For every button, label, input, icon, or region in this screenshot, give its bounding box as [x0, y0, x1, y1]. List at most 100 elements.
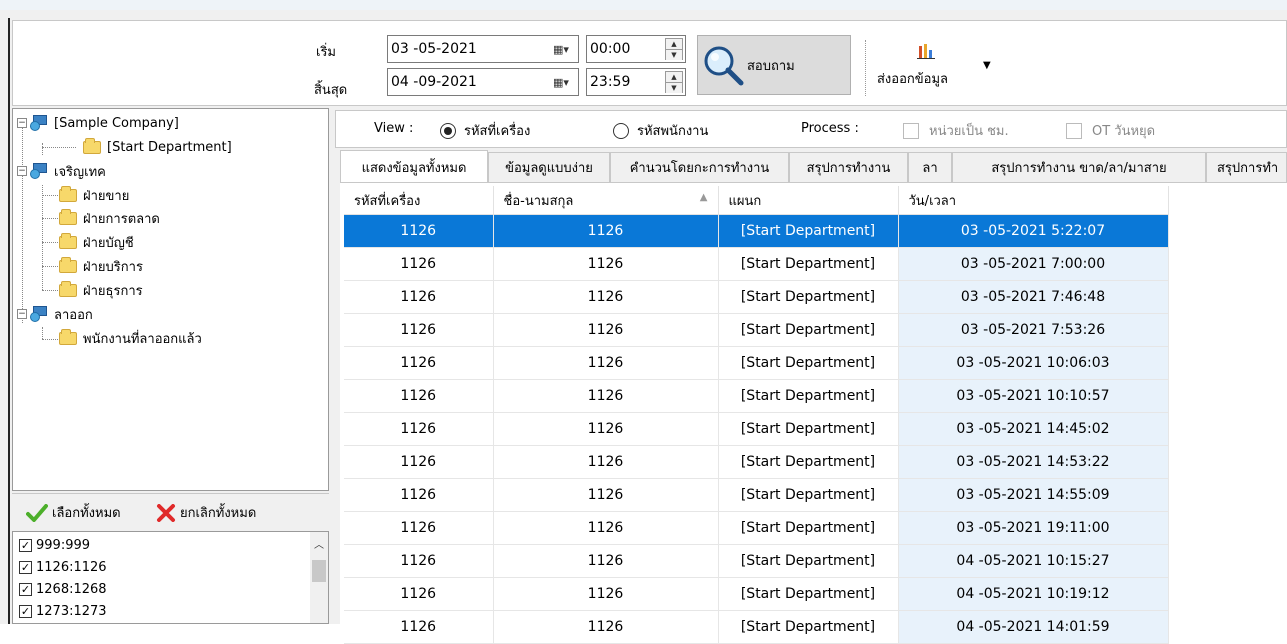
tree-node-dept[interactable]: ฝ่ายบัญชี [59, 231, 134, 253]
query-button[interactable]: สอบถาม [697, 35, 851, 95]
tree-node-start-department[interactable]: [Start Department] [83, 136, 232, 158]
query-button-label: สอบถาม [747, 58, 795, 74]
table-cell: [Start Department] [718, 577, 899, 611]
start-time-input[interactable]: 00:00 ▲ ▼ [586, 35, 686, 63]
checkbox-checked-icon[interactable]: ✓ [19, 538, 32, 552]
table-row[interactable]: 1126 1126 [Start Department] 04 -05-2021 10… [344, 544, 1169, 578]
tree-node-dept[interactable]: ฝ่ายขาย [59, 184, 129, 206]
tab-shift-calculation[interactable]: คำนวนโดยกะการทำงาน [610, 152, 789, 182]
table-cell: [Start Department] [718, 445, 899, 479]
window-frame-edge [8, 18, 10, 624]
red-x-icon [157, 503, 175, 522]
collapse-icon[interactable]: − [17, 118, 27, 128]
view-label: View : [374, 121, 414, 136]
tab-all-data[interactable]: แสดงข้อมูลทั้งหมด [340, 150, 488, 183]
tree-node-label: ฝ่ายบัญชี [83, 235, 134, 251]
tree-node-label: เจริญเทค [54, 164, 106, 180]
radio-machine-code[interactable]: รหัสที่เครื่อง [440, 120, 530, 141]
checklist-scrollbar[interactable]: ︿ [310, 532, 328, 623]
folder-icon [59, 185, 77, 202]
table-cell: 1126 [344, 544, 494, 578]
table-cell: 1126 [493, 346, 719, 380]
tab-label: สรุปการทำงาน ขาด/ลา/มาสาย [991, 161, 1167, 176]
table-row[interactable]: 1126 1126 [Start Department] 04 -05-2021 14… [344, 610, 1169, 644]
table-cell: 1126 [344, 511, 494, 545]
table-row[interactable]: 1126 1126 [Start Department] 03 -05-2021 10… [344, 346, 1169, 380]
checklist-item[interactable]: ✓ 1268:1268 [19, 578, 107, 600]
table-cell: 1126 [493, 313, 719, 347]
radio-employee-code[interactable]: รหัสพนักงาน [613, 120, 708, 141]
table-row[interactable]: 1126 1126 [Start Department] 03 -05-2021 14… [344, 412, 1169, 446]
calendar-dropdown-icon[interactable]: ▦▾ [548, 74, 574, 90]
checkbox-checked-icon[interactable]: ✓ [19, 604, 32, 618]
checklist-item[interactable]: ✓ 999:999 [19, 534, 90, 556]
table-cell: 1126 [493, 445, 719, 479]
end-time-input[interactable]: 23:59 ▲ ▼ [586, 68, 686, 96]
checkbox-label: OT วันหยุด [1092, 124, 1156, 139]
toolbar-separator [865, 40, 867, 96]
column-header[interactable]: รหัสที่เครื่อง [344, 186, 494, 215]
table-cell: 1126 [344, 214, 494, 248]
employee-checklist[interactable]: ✓ 999:999 ✓ 1126:1126 ✓ 1268:1268 ✓ 1273… [12, 531, 329, 624]
tab-label: ข้อมูลดูแบบง่าย [505, 161, 593, 176]
radio-unselected-icon[interactable] [613, 122, 629, 139]
tab-label: สรุปการทำ [1217, 161, 1279, 176]
chevron-up-icon[interactable]: ︿ [314, 536, 324, 551]
column-header[interactable]: แผนก [718, 186, 899, 215]
tab-work-summary[interactable]: สรุปการทำงาน [789, 152, 908, 182]
table-cell: [Start Department] [718, 511, 899, 545]
tree-node-group1[interactable]: − เจริญเทค [17, 160, 106, 182]
time-spinner[interactable]: ▲ ▼ [665, 38, 683, 60]
checklist-item[interactable]: ✓ 1126:1126 [19, 556, 107, 578]
table-row[interactable]: 1126 1126 [Start Department] 04 -05-2021 10… [344, 577, 1169, 611]
view-options-bar: View : รหัสที่เครื่อง รหัสพนักงาน Proces… [335, 110, 1287, 148]
table-row[interactable]: 1126 1126 [Start Department] 03 -05-2021 5:… [344, 214, 1169, 248]
time-spinner[interactable]: ▲ ▼ [665, 71, 683, 93]
tab-summary-truncated[interactable]: สรุปการทำ [1206, 152, 1287, 182]
tree-node-label: ฝ่ายขาย [83, 188, 130, 204]
table-row[interactable]: 1126 1126 [Start Department] 03 -05-2021 19… [344, 511, 1169, 545]
tab-simple-view[interactable]: ข้อมูลดูแบบง่าย [488, 152, 610, 182]
tab-leave[interactable]: ลา [908, 152, 952, 182]
table-cell: 1126 [493, 610, 719, 644]
column-header[interactable]: วัน/เวลา [898, 186, 1169, 215]
start-date-picker[interactable]: 03 -05-2021 ▦▾ [387, 35, 579, 63]
table-cell: 03 -05-2021 10:06:03 [898, 346, 1169, 380]
checklist-item[interactable]: ✓ 1273:1273 [19, 600, 107, 622]
checkbox-checked-icon[interactable]: ✓ [19, 582, 32, 596]
tab-absence-summary[interactable]: สรุปการทำงาน ขาด/ลา/มาสาย [952, 152, 1206, 182]
folder-icon [59, 280, 77, 297]
tree-node-dept[interactable]: ฝ่ายธุรการ [59, 279, 143, 301]
end-time-value: 23:59 [590, 74, 631, 90]
table-row[interactable]: 1126 1126 [Start Department] 03 -05-2021 7:… [344, 247, 1169, 281]
table-cell: 1126 [493, 280, 719, 314]
radio-selected-icon[interactable] [440, 122, 456, 139]
select-all-button[interactable]: เลือกทั้งหมด [26, 502, 121, 523]
checkbox-checked-icon[interactable]: ✓ [19, 560, 32, 574]
checkbox-disabled-icon [903, 122, 919, 139]
collapse-icon[interactable]: − [17, 166, 27, 176]
department-tree[interactable]: − [Sample Company] [Start Department] − … [12, 108, 329, 491]
table-cell: [Start Department] [718, 247, 899, 281]
table-cell: 1126 [493, 379, 719, 413]
tree-node-company[interactable]: − [Sample Company] [17, 112, 179, 134]
collapse-icon[interactable]: − [17, 309, 27, 319]
table-row[interactable]: 1126 1126 [Start Department] 03 -05-2021 14… [344, 478, 1169, 512]
table-row[interactable]: 1126 1126 [Start Department] 03 -05-2021 7:… [344, 280, 1169, 314]
tree-node-dept[interactable]: ฝ่ายบริการ [59, 255, 143, 277]
table-cell: 1126 [344, 379, 494, 413]
export-button[interactable]: ส่งออกข้อมูล ▼ [875, 42, 995, 92]
tree-node-group2[interactable]: − ลาออก [17, 303, 93, 325]
table-row[interactable]: 1126 1126 [Start Department] 03 -05-2021 10… [344, 379, 1169, 413]
calendar-dropdown-icon[interactable]: ▦▾ [548, 41, 574, 57]
attendance-grid[interactable]: รหัสที่เครื่อง ชื่อ-นามสกุล ▲ แผนก วัน/เ… [340, 182, 1287, 644]
deselect-all-button[interactable]: ยกเลิกทั้งหมด [156, 502, 256, 523]
tree-node-dept[interactable]: ฝ่ายการตลาด [59, 207, 160, 229]
tree-node-dept[interactable]: พนักงานที่ลาออกแล้ว [59, 327, 202, 349]
table-row[interactable]: 1126 1126 [Start Department] 03 -05-2021 7:… [344, 313, 1169, 347]
table-row[interactable]: 1126 1126 [Start Department] 03 -05-2021 14… [344, 445, 1169, 479]
scrollbar-thumb[interactable] [312, 560, 326, 582]
end-date-picker[interactable]: 04 -09-2021 ▦▾ [387, 68, 579, 96]
chevron-down-icon[interactable]: ▼ [983, 60, 991, 71]
column-header[interactable]: ชื่อ-นามสกุล ▲ [493, 186, 719, 215]
